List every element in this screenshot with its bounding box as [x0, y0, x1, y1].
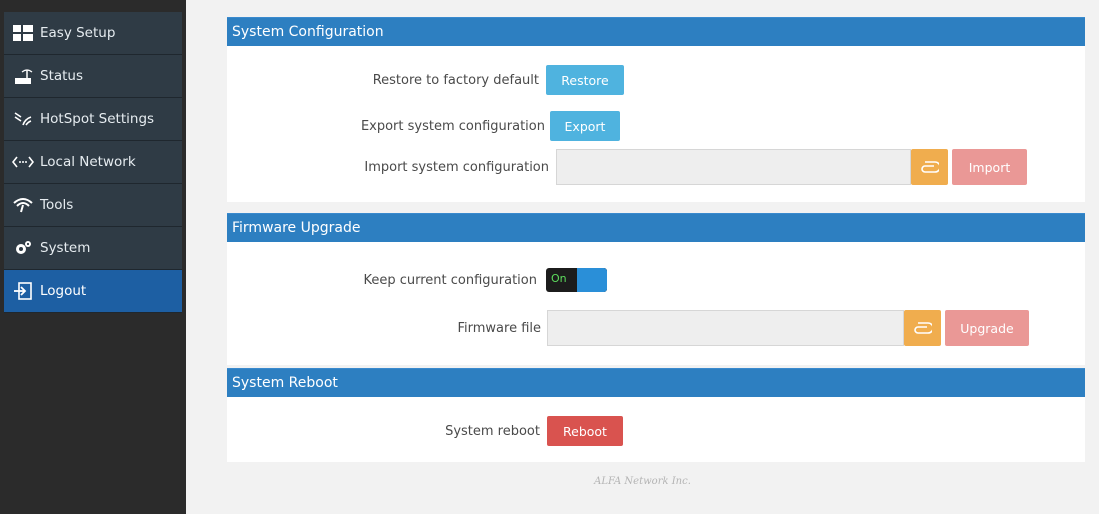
keep-config-row: Keep current configuration On [227, 268, 1085, 292]
restore-row: Restore to factory default Restore [227, 65, 1085, 95]
paperclip-icon [913, 322, 932, 334]
keep-config-label: Keep current configuration [363, 272, 537, 288]
firmware-file-label: Firmware file [457, 320, 541, 336]
router-icon [12, 67, 34, 85]
sidebar-item-label: Status [40, 68, 84, 84]
main-content: System Configuration Restore to factory … [186, 0, 1099, 514]
sidebar-item-hotspot-settings[interactable]: HotSpot Settings [4, 98, 182, 141]
sidebar-item-label: HotSpot Settings [40, 111, 155, 127]
sidebar-nav: Easy Setup Status HotSpot Settings Local… [4, 12, 182, 313]
paperclip-icon [920, 161, 939, 173]
toggle-knob [577, 268, 607, 292]
hotspot-icon [12, 110, 34, 128]
import-button[interactable]: Import [952, 149, 1027, 185]
sidebar-item-label: System [40, 240, 91, 256]
system-reboot-panel: System Reboot System reboot Reboot [227, 368, 1085, 462]
sidebar-item-local-network[interactable]: Local Network [4, 141, 182, 184]
reboot-row: System reboot Reboot [227, 416, 1085, 446]
gear-icon [12, 239, 34, 257]
export-label: Export system configuration [360, 118, 545, 134]
sidebar-item-label: Tools [40, 197, 74, 213]
sidebar-item-tools[interactable]: Tools [4, 184, 182, 227]
wifi-icon [12, 196, 34, 214]
reboot-button[interactable]: Reboot [547, 416, 623, 446]
import-attach-button[interactable] [911, 149, 948, 185]
keep-config-toggle[interactable]: On [546, 268, 607, 292]
toggle-state: On [551, 272, 567, 285]
panel-title: System Reboot [227, 368, 1085, 397]
restore-button[interactable]: Restore [546, 65, 624, 95]
grid-icon [12, 24, 34, 42]
logout-icon [12, 282, 34, 300]
export-row: Export system configuration Export [227, 111, 1085, 141]
sidebar-item-label: Logout [40, 283, 87, 299]
network-arrows-icon [12, 153, 34, 171]
sidebar-item-logout[interactable]: Logout [4, 270, 182, 313]
sidebar-item-label: Easy Setup [40, 25, 116, 41]
upgrade-button[interactable]: Upgrade [945, 310, 1029, 346]
firmware-file-input[interactable] [547, 310, 904, 346]
panel-title: System Configuration [227, 17, 1085, 46]
import-file-input[interactable] [556, 149, 911, 185]
firmware-attach-button[interactable] [904, 310, 941, 346]
sidebar-item-easy-setup[interactable]: Easy Setup [4, 12, 182, 55]
import-row: Import system configuration Import [227, 149, 1085, 185]
footer-text: ALFA Network Inc. [594, 476, 691, 487]
restore-label: Restore to factory default [372, 72, 539, 88]
sidebar-item-system[interactable]: System [4, 227, 182, 270]
system-configuration-panel: System Configuration Restore to factory … [227, 17, 1085, 202]
sidebar-item-status[interactable]: Status [4, 55, 182, 98]
sidebar-item-label: Local Network [40, 154, 136, 170]
sidebar: Easy Setup Status HotSpot Settings Local… [0, 0, 186, 514]
import-label: Import system configuration [364, 159, 549, 175]
reboot-label: System reboot [445, 423, 540, 439]
firmware-upgrade-panel: Firmware Upgrade Keep current configurat… [227, 213, 1085, 365]
firmware-file-row: Firmware file Upgrade [227, 310, 1085, 346]
page: Easy Setup Status HotSpot Settings Local… [0, 0, 1099, 514]
export-button[interactable]: Export [550, 111, 620, 141]
panel-title: Firmware Upgrade [227, 213, 1085, 242]
